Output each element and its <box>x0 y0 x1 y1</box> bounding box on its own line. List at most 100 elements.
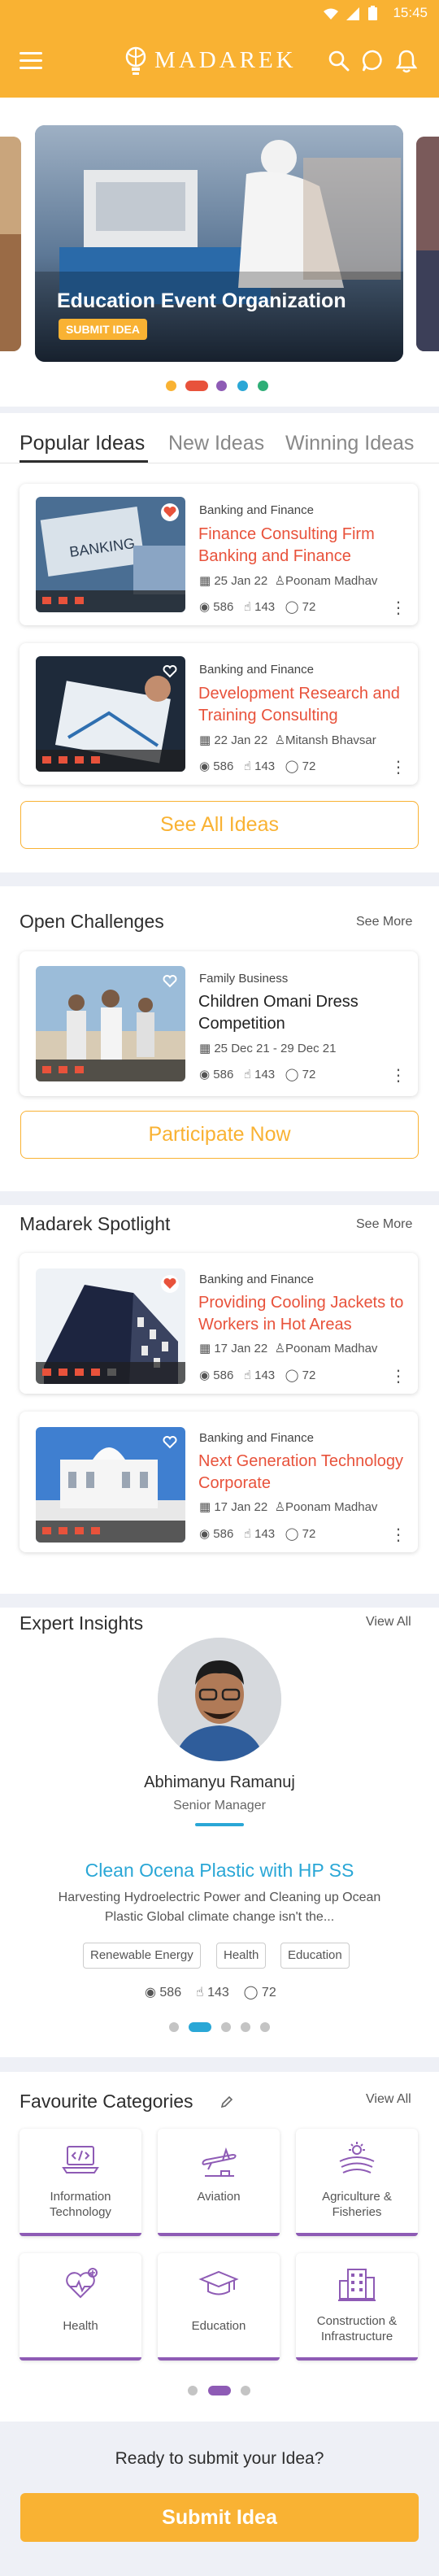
comments-count: 72 <box>302 1068 316 1081</box>
category-label: Technology <box>50 2205 111 2219</box>
more-options-icon[interactable]: ⋮ <box>390 1065 406 1086</box>
favorite-heart-icon[interactable] <box>161 1275 179 1293</box>
more-options-icon[interactable]: ⋮ <box>390 1366 406 1386</box>
search-icon[interactable] <box>328 50 350 72</box>
comments-count: 72 <box>302 759 316 773</box>
participate-now-button[interactable]: Participate Now <box>20 1111 419 1159</box>
hamburger-menu-icon[interactable] <box>20 52 44 70</box>
comment-icon: ◯ <box>285 759 302 773</box>
more-options-icon[interactable]: ⋮ <box>390 757 406 777</box>
tag-chip[interactable]: Health <box>216 1943 267 1969</box>
see-all-ideas-button[interactable]: See All Ideas <box>20 801 419 849</box>
category-tile-aviation[interactable]: Aviation <box>158 2129 280 2236</box>
carousel-dot-active[interactable] <box>185 381 208 391</box>
submit-idea-button[interactable]: Submit Idea <box>20 2493 419 2542</box>
expert-avatar[interactable] <box>158 1638 281 1761</box>
user-icon: ♙ <box>274 1500 286 1514</box>
airplane-icon <box>202 2147 237 2177</box>
views-icon: ◉ <box>145 1986 160 1999</box>
section-title: Madarek Spotlight <box>20 1213 171 1234</box>
spotlight-title[interactable]: Providing Cooling Jackets to Workers in … <box>198 1292 410 1336</box>
award-icons <box>42 1368 116 1376</box>
more-options-icon[interactable]: ⋮ <box>390 1525 406 1545</box>
see-more-link[interactable]: See More <box>356 1217 412 1232</box>
category-tile-construction-infrastructure[interactable]: Construction & Infrastructure <box>296 2253 418 2361</box>
favorite-heart-outline-icon[interactable] <box>161 973 179 990</box>
tab-new-ideas[interactable]: New Ideas <box>168 432 264 455</box>
challenge-image <box>36 966 185 1081</box>
calendar-icon: ▦ <box>199 1500 215 1514</box>
chat-icon[interactable] <box>362 50 385 72</box>
idea-stats: ◉ 586 ☝ 143 ◯ 72 <box>199 759 315 773</box>
signal-icon <box>346 7 359 20</box>
likes-count: 143 <box>254 1527 276 1541</box>
carousel-dot-active[interactable] <box>189 2022 211 2032</box>
spotlight-category: Banking and Finance <box>199 1273 314 1286</box>
carousel-dot[interactable] <box>241 2022 250 2032</box>
carousel-dot[interactable] <box>221 2022 231 2032</box>
carousel-dot[interactable] <box>241 2386 250 2395</box>
spotlight-image <box>36 1427 185 1543</box>
calendar-icon: ▦ <box>199 574 215 588</box>
views-count: 586 <box>213 600 234 614</box>
idea-meta: ▦ 25 Jan 22 ♙Poonam Madhav <box>199 573 377 588</box>
spotlight-title[interactable]: Next Generation Technology Corporate <box>198 1451 410 1495</box>
carousel-dot[interactable] <box>188 2386 198 2395</box>
challenge-stats: ◉ 586 ☝ 143 ◯ 72 <box>199 1067 315 1081</box>
favorite-heart-icon[interactable] <box>161 503 179 521</box>
tab-popular-ideas[interactable]: Popular Ideas <box>20 432 145 455</box>
status-bar: 15:45 <box>0 0 439 29</box>
idea-title[interactable]: Development Research and Training Consul… <box>198 683 410 727</box>
carousel-dot[interactable] <box>169 2022 179 2032</box>
like-icon: ☝ <box>243 1368 255 1382</box>
hero-next-slide[interactable] <box>416 137 439 351</box>
views-count: 586 <box>213 1368 234 1382</box>
more-options-icon[interactable]: ⋮ <box>390 598 406 618</box>
edit-pencil-icon[interactable] <box>220 2095 234 2109</box>
carousel-dot[interactable] <box>237 381 248 391</box>
view-all-link[interactable]: View All <box>366 1615 411 1630</box>
carousel-dot[interactable] <box>260 2022 270 2032</box>
category-tile-information-technology[interactable]: Information Technology <box>20 2129 141 2236</box>
view-all-link[interactable]: View All <box>366 2092 411 2107</box>
views-count: 586 <box>213 759 234 773</box>
tab-winning-ideas[interactable]: Winning Ideas <box>285 432 414 455</box>
category-label: Agriculture & <box>322 2190 392 2204</box>
likes-count: 143 <box>254 759 276 773</box>
idea-date: 22 Jan 22 <box>214 733 268 747</box>
tag-chip[interactable]: Education <box>280 1943 350 1969</box>
idea-image <box>36 656 185 772</box>
award-icons <box>42 1527 100 1534</box>
spotlight-author: Poonam Madhav <box>285 1342 378 1355</box>
laptop-code-icon <box>62 2146 99 2174</box>
category-tile-health[interactable]: Health <box>20 2253 141 2361</box>
like-icon: ☝ <box>243 759 255 773</box>
user-icon: ♙ <box>274 574 286 588</box>
idea-title[interactable]: Finance Consulting Firm Banking and Fina… <box>198 524 410 568</box>
notification-bell-icon[interactable] <box>396 49 417 73</box>
submit-idea-hero-button[interactable]: SUBMIT IDEA <box>59 319 147 340</box>
health-icon <box>66 2268 98 2299</box>
favorite-heart-outline-icon[interactable] <box>161 1434 179 1451</box>
category-tile-education[interactable]: Education <box>158 2253 280 2361</box>
hero-prev-slide[interactable] <box>0 137 21 351</box>
like-icon: ☝ <box>243 1068 255 1081</box>
expert-name: Abhimanyu Ramanuj <box>144 1773 295 1791</box>
views-icon: ◉ <box>199 600 214 614</box>
see-more-link[interactable]: See More <box>356 915 412 929</box>
comment-icon: ◯ <box>243 1986 262 1999</box>
comments-count: 72 <box>302 600 316 614</box>
spotlight-date: 17 Jan 22 <box>214 1342 268 1355</box>
carousel-dot[interactable] <box>166 381 176 391</box>
views-icon: ◉ <box>199 1068 214 1081</box>
insight-headline[interactable]: Clean Ocena Plastic with HP SS <box>0 1860 439 1882</box>
carousel-dot[interactable] <box>216 381 227 391</box>
favorite-heart-outline-icon[interactable] <box>161 663 179 681</box>
challenge-title[interactable]: Children Omani Dress Competition <box>198 991 410 1035</box>
category-tile-agriculture-fisheries[interactable]: Agriculture & Fisheries <box>296 2129 418 2236</box>
building-icon <box>338 2269 376 2301</box>
tag-chip[interactable]: Renewable Energy <box>83 1943 201 1969</box>
carousel-dot[interactable] <box>258 381 268 391</box>
category-label: Construction & <box>316 2314 398 2328</box>
carousel-dot-active[interactable] <box>208 2386 231 2395</box>
